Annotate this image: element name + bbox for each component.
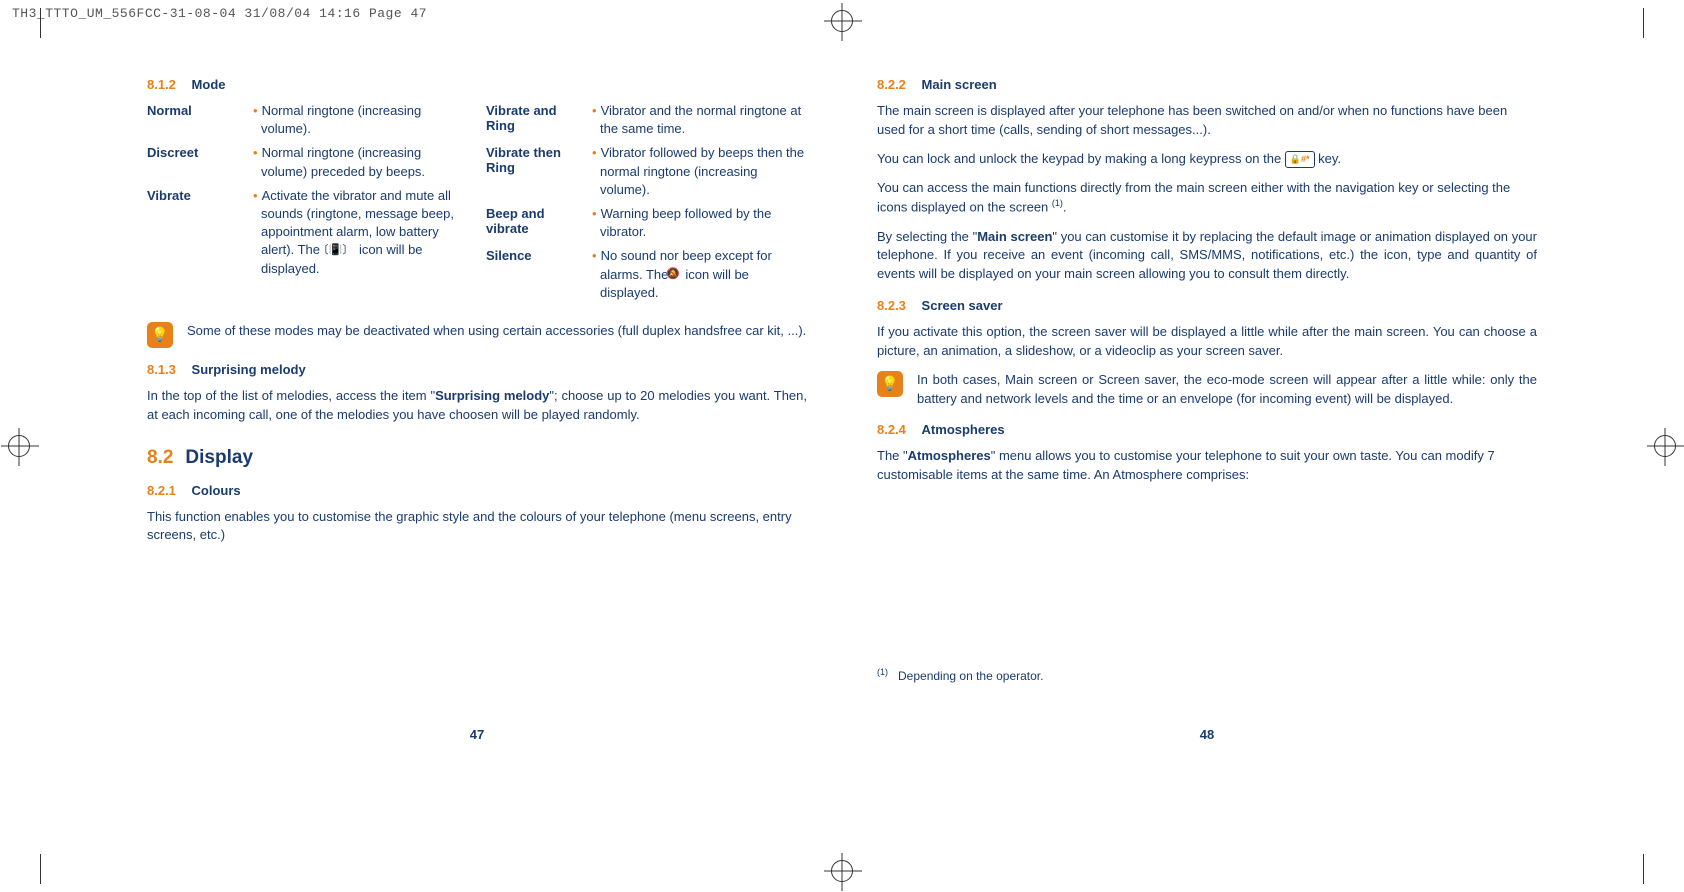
registration-mark (8, 435, 30, 457)
mode-label: Silence (486, 247, 588, 302)
page-number: 47 (147, 727, 807, 742)
heading-8-1-3: 8.1.3 Surprising melody (147, 362, 807, 377)
paragraph: In the top of the list of melodies, acce… (147, 387, 807, 425)
heading-8-2-1: 8.2.1 Colours (147, 483, 807, 498)
bold-text: Surprising melody (435, 388, 549, 403)
page-47: 8.1.2 Mode Normal •Normal ringtone (incr… (147, 77, 807, 555)
note-text: In both cases, Main screen or Screen sav… (917, 371, 1537, 409)
lightbulb-icon: 💡 (147, 322, 173, 348)
mode-description: •Normal ringtone (increasing volume) pre… (249, 144, 468, 180)
crop-mark (40, 854, 41, 884)
footnote-marker: (1) (877, 667, 888, 677)
paragraph: If you activate this option, the screen … (877, 323, 1537, 361)
mode-label: Vibrate and Ring (486, 102, 588, 138)
registration-mark (831, 860, 853, 882)
section-title: Main screen (922, 77, 997, 92)
mode-column-1: Normal •Normal ringtone (increasing volu… (147, 102, 468, 308)
footnote-ref: (1) (1052, 198, 1063, 208)
heading-8-2: 8.2 Display (147, 447, 807, 469)
section-title: Display (185, 447, 253, 469)
bullet-icon: • (592, 206, 597, 221)
mode-label: Vibrate then Ring (486, 144, 588, 199)
section-number: 8.1.3 (147, 362, 176, 377)
bullet-icon: • (253, 103, 258, 118)
mode-row: Beep and vibrate •Warning beep followed … (486, 205, 807, 241)
bullet-icon: • (592, 248, 597, 263)
mode-description: •Vibrator and the normal ringtone at the… (588, 102, 807, 138)
mode-label: Beep and vibrate (486, 205, 588, 241)
key-icon: 🔒#* (1285, 151, 1315, 168)
mode-row: Silence •No sound nor beep except for al… (486, 247, 807, 302)
registration-mark (1654, 435, 1676, 457)
registration-mark (831, 10, 853, 32)
paragraph: This function enables you to customise t… (147, 508, 807, 546)
heading-8-1-2: 8.1.2 Mode (147, 77, 807, 92)
paragraph: The "Atmospheres" menu allows you to cus… (877, 447, 1537, 485)
mode-table: Normal •Normal ringtone (increasing volu… (147, 102, 807, 308)
section-title: Surprising melody (192, 362, 306, 377)
section-title: Screen saver (922, 298, 1003, 313)
mode-label: Normal (147, 102, 249, 138)
section-title: Colours (192, 483, 241, 498)
mode-row: Vibrate •Activate the vibrator and mute … (147, 187, 468, 278)
page-number: 48 (877, 727, 1537, 742)
crop-mark (40, 8, 41, 38)
footnote: (1) Depending on the operator. (877, 667, 1043, 683)
heading-8-2-2: 8.2.2 Main screen (877, 77, 1537, 92)
section-number: 8.2.2 (877, 77, 906, 92)
mode-description: •Vibrator followed by beeps then the nor… (588, 144, 807, 199)
paragraph: You can lock and unlock the keypad by ma… (877, 150, 1537, 169)
note-text: Some of these modes may be deactivated w… (187, 322, 807, 348)
section-title: Atmospheres (922, 422, 1005, 437)
mode-label: Discreet (147, 144, 249, 180)
bullet-icon: • (592, 103, 597, 118)
bold-text: Main screen (977, 229, 1052, 244)
paragraph: The main screen is displayed after your … (877, 102, 1537, 140)
section-title: Mode (192, 77, 226, 92)
section-number: 8.2 (147, 447, 173, 469)
mode-row: Normal •Normal ringtone (increasing volu… (147, 102, 468, 138)
mode-description: •Warning beep followed by the vibrator. (588, 205, 807, 241)
vibrate-icon: 〔📳〕 (324, 243, 356, 258)
section-number: 8.2.3 (877, 298, 906, 313)
crop-mark (1643, 854, 1644, 884)
bold-text: Atmospheres (908, 448, 991, 463)
mode-row: Discreet •Normal ringtone (increasing vo… (147, 144, 468, 180)
bullet-icon: • (592, 145, 597, 160)
bullet-icon: • (253, 145, 258, 160)
mode-column-2: Vibrate and Ring •Vibrator and the norma… (486, 102, 807, 308)
paragraph: By selecting the "Main screen" you can c… (877, 228, 1537, 285)
section-number: 8.2.1 (147, 483, 176, 498)
mode-row: Vibrate and Ring •Vibrator and the norma… (486, 102, 807, 138)
page-spread: 8.1.2 Mode Normal •Normal ringtone (incr… (0, 27, 1684, 575)
silence-icon: 🔕 (672, 267, 682, 282)
mode-label: Vibrate (147, 187, 249, 278)
lightbulb-icon: 💡 (877, 371, 903, 397)
footnote-text: Depending on the operator. (898, 669, 1043, 683)
heading-8-2-4: 8.2.4 Atmospheres (877, 422, 1537, 437)
mode-description: •Activate the vibrator and mute all soun… (249, 187, 468, 278)
page-48: 8.2.2 Main screen The main screen is dis… (877, 77, 1537, 555)
note-box: 💡 In both cases, Main screen or Screen s… (877, 371, 1537, 409)
mode-description: •No sound nor beep except for alarms. Th… (588, 247, 807, 302)
section-number: 8.1.2 (147, 77, 176, 92)
heading-8-2-3: 8.2.3 Screen saver (877, 298, 1537, 313)
bullet-icon: • (253, 188, 258, 203)
mode-row: Vibrate then Ring •Vibrator followed by … (486, 144, 807, 199)
mode-description: •Normal ringtone (increasing volume). (249, 102, 468, 138)
section-number: 8.2.4 (877, 422, 906, 437)
crop-mark (1643, 8, 1644, 38)
note-box: 💡 Some of these modes may be deactivated… (147, 322, 807, 348)
paragraph: You can access the main functions direct… (877, 179, 1537, 218)
